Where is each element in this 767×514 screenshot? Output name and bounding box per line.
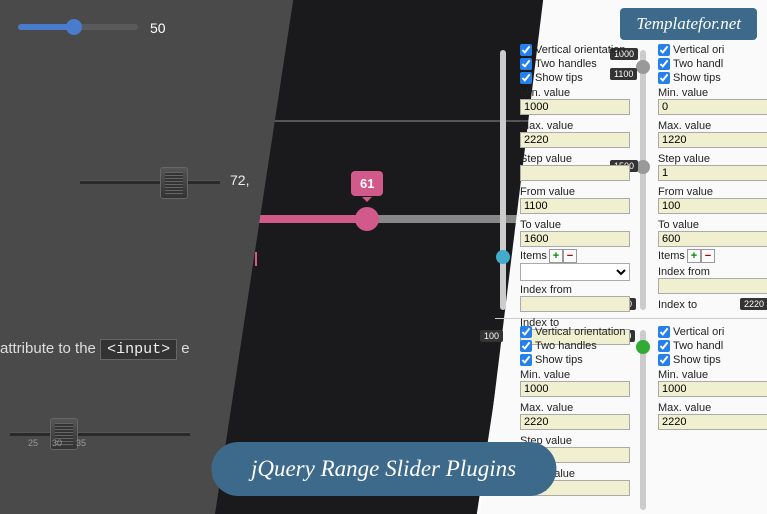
tick-track bbox=[10, 432, 190, 436]
input-to-2[interactable] bbox=[658, 231, 767, 247]
vertical-slider-3[interactable] bbox=[640, 330, 646, 510]
items-minus-icon-2[interactable]: − bbox=[701, 249, 715, 263]
blue-slider-fill bbox=[18, 24, 72, 30]
chk-twohandles-3[interactable] bbox=[520, 340, 532, 352]
lbl-max: Max. value bbox=[520, 120, 640, 132]
input-step-2[interactable] bbox=[658, 165, 767, 181]
chk-showtips-1[interactable] bbox=[520, 72, 532, 84]
vertical-slider-1[interactable] bbox=[500, 50, 506, 310]
lbl-vertical-4: Vertical ori bbox=[673, 326, 724, 338]
lbl-to: To value bbox=[520, 219, 640, 231]
vertical-slider-2[interactable] bbox=[640, 50, 646, 310]
attribute-text: attribute to the <input> e bbox=[0, 340, 190, 358]
items-plus-icon[interactable]: + bbox=[549, 249, 563, 263]
items-dropdown-1[interactable] bbox=[520, 263, 630, 281]
input-min-2[interactable] bbox=[658, 99, 767, 115]
lbl-vertical-3: Vertical orientation bbox=[535, 326, 626, 338]
items-minus-icon[interactable]: − bbox=[563, 249, 577, 263]
input-max-4[interactable] bbox=[658, 414, 767, 430]
lbl-items: Items bbox=[520, 250, 547, 262]
attr-code: <input> bbox=[100, 339, 177, 360]
chk-twohandles-4[interactable] bbox=[658, 340, 670, 352]
items-plus-icon-2[interactable]: + bbox=[687, 249, 701, 263]
blue-slider-value: 50 bbox=[150, 20, 166, 36]
tick-35: 35 bbox=[76, 438, 86, 448]
blue-slider-thumb[interactable] bbox=[66, 19, 82, 35]
attr-suffix: e bbox=[181, 340, 189, 357]
lbl-vertical: Vertical orientation bbox=[535, 44, 626, 56]
lbl-showtips-3: Show tips bbox=[535, 354, 583, 366]
chk-showtips-2[interactable] bbox=[658, 72, 670, 84]
dark-slider-1-thumb[interactable] bbox=[160, 167, 188, 199]
badge-100: 100 bbox=[480, 330, 503, 342]
lbl-min-4: Min. value bbox=[658, 369, 767, 381]
chk-twohandles-1[interactable] bbox=[520, 58, 532, 70]
input-max-2[interactable] bbox=[658, 132, 767, 148]
lbl-min-3: Min. value bbox=[520, 369, 640, 381]
tick-25: 25 bbox=[28, 438, 38, 448]
chk-showtips-3[interactable] bbox=[520, 354, 532, 366]
lbl-min: Min. value bbox=[520, 87, 640, 99]
lbl-max-4: Max. value bbox=[658, 402, 767, 414]
lbl-items-2: Items bbox=[658, 250, 685, 262]
input-min-3[interactable] bbox=[520, 381, 630, 397]
blue-slider[interactable] bbox=[18, 24, 138, 30]
lbl-twohandles-3: Two handles bbox=[535, 340, 597, 352]
lbl-twohandles-4: Two handl bbox=[673, 340, 723, 352]
chk-twohandles-2[interactable] bbox=[658, 58, 670, 70]
input-from-2[interactable] bbox=[658, 198, 767, 214]
tick-slider[interactable]: 25 30 35 bbox=[10, 420, 190, 450]
pink-slider[interactable]: 61 bbox=[235, 215, 545, 223]
chk-vertical-2[interactable] bbox=[658, 44, 670, 56]
grey-line bbox=[245, 120, 555, 122]
lbl-to-2: To value bbox=[658, 219, 767, 231]
input-from-1[interactable] bbox=[520, 198, 630, 214]
lbl-step-2: Step value bbox=[658, 153, 767, 165]
lbl-showtips-4: Show tips bbox=[673, 354, 721, 366]
config-col-1-top: Vertical orientation Two handles Show ti… bbox=[520, 44, 640, 347]
lbl-min-2: Min. value bbox=[658, 87, 767, 99]
pink-slider-thumb[interactable] bbox=[355, 207, 379, 231]
lbl-twohandles-2: Two handl bbox=[673, 58, 723, 70]
lbl-from-2: From value bbox=[658, 186, 767, 198]
lbl-from: From value bbox=[520, 186, 640, 198]
tick-30: 30 bbox=[52, 438, 62, 448]
title-banner: jQuery Range Slider Plugins bbox=[211, 442, 556, 496]
lbl-vertical-2: Vertical ori bbox=[673, 44, 724, 56]
input-to-1[interactable] bbox=[520, 231, 630, 247]
chk-vertical-3[interactable] bbox=[520, 326, 532, 338]
lbl-showtips: Show tips bbox=[535, 72, 583, 84]
chk-vertical-4[interactable] bbox=[658, 326, 670, 338]
chk-showtips-4[interactable] bbox=[658, 354, 670, 366]
lbl-max-3: Max. value bbox=[520, 402, 640, 414]
lbl-indexfrom: Index from bbox=[520, 284, 640, 296]
input-indexfrom-2[interactable] bbox=[658, 278, 767, 294]
lbl-indexfrom-2: Index from bbox=[658, 266, 767, 278]
lbl-step: Step value bbox=[520, 153, 640, 165]
input-min-1[interactable] bbox=[520, 99, 630, 115]
chk-vertical-1[interactable] bbox=[520, 44, 532, 56]
input-max-3[interactable] bbox=[520, 414, 630, 430]
lbl-indexto-2: Index to bbox=[658, 299, 767, 311]
input-step-1[interactable] bbox=[520, 165, 630, 181]
lbl-showtips-2: Show tips bbox=[673, 72, 721, 84]
config-col-2-top: Vertical ori Two handl Show tips Min. va… bbox=[658, 44, 767, 311]
dark-slider-1[interactable] bbox=[80, 180, 220, 184]
input-max-1[interactable] bbox=[520, 132, 630, 148]
lbl-max-2: Max. value bbox=[658, 120, 767, 132]
pink-mark bbox=[255, 252, 257, 266]
dark-slider-1-value: 72, bbox=[230, 172, 249, 188]
config-col-2-bot: Vertical ori Two handl Show tips Min. va… bbox=[658, 326, 767, 432]
vslider-1-thumb[interactable] bbox=[496, 250, 510, 264]
attr-prefix: attribute to the bbox=[0, 340, 100, 357]
watermark: Templatefor.net bbox=[620, 8, 757, 40]
input-min-4[interactable] bbox=[658, 381, 767, 397]
input-indexfrom-1[interactable] bbox=[520, 296, 630, 312]
pink-tooltip: 61 bbox=[351, 171, 383, 196]
lbl-twohandles: Two handles bbox=[535, 58, 597, 70]
